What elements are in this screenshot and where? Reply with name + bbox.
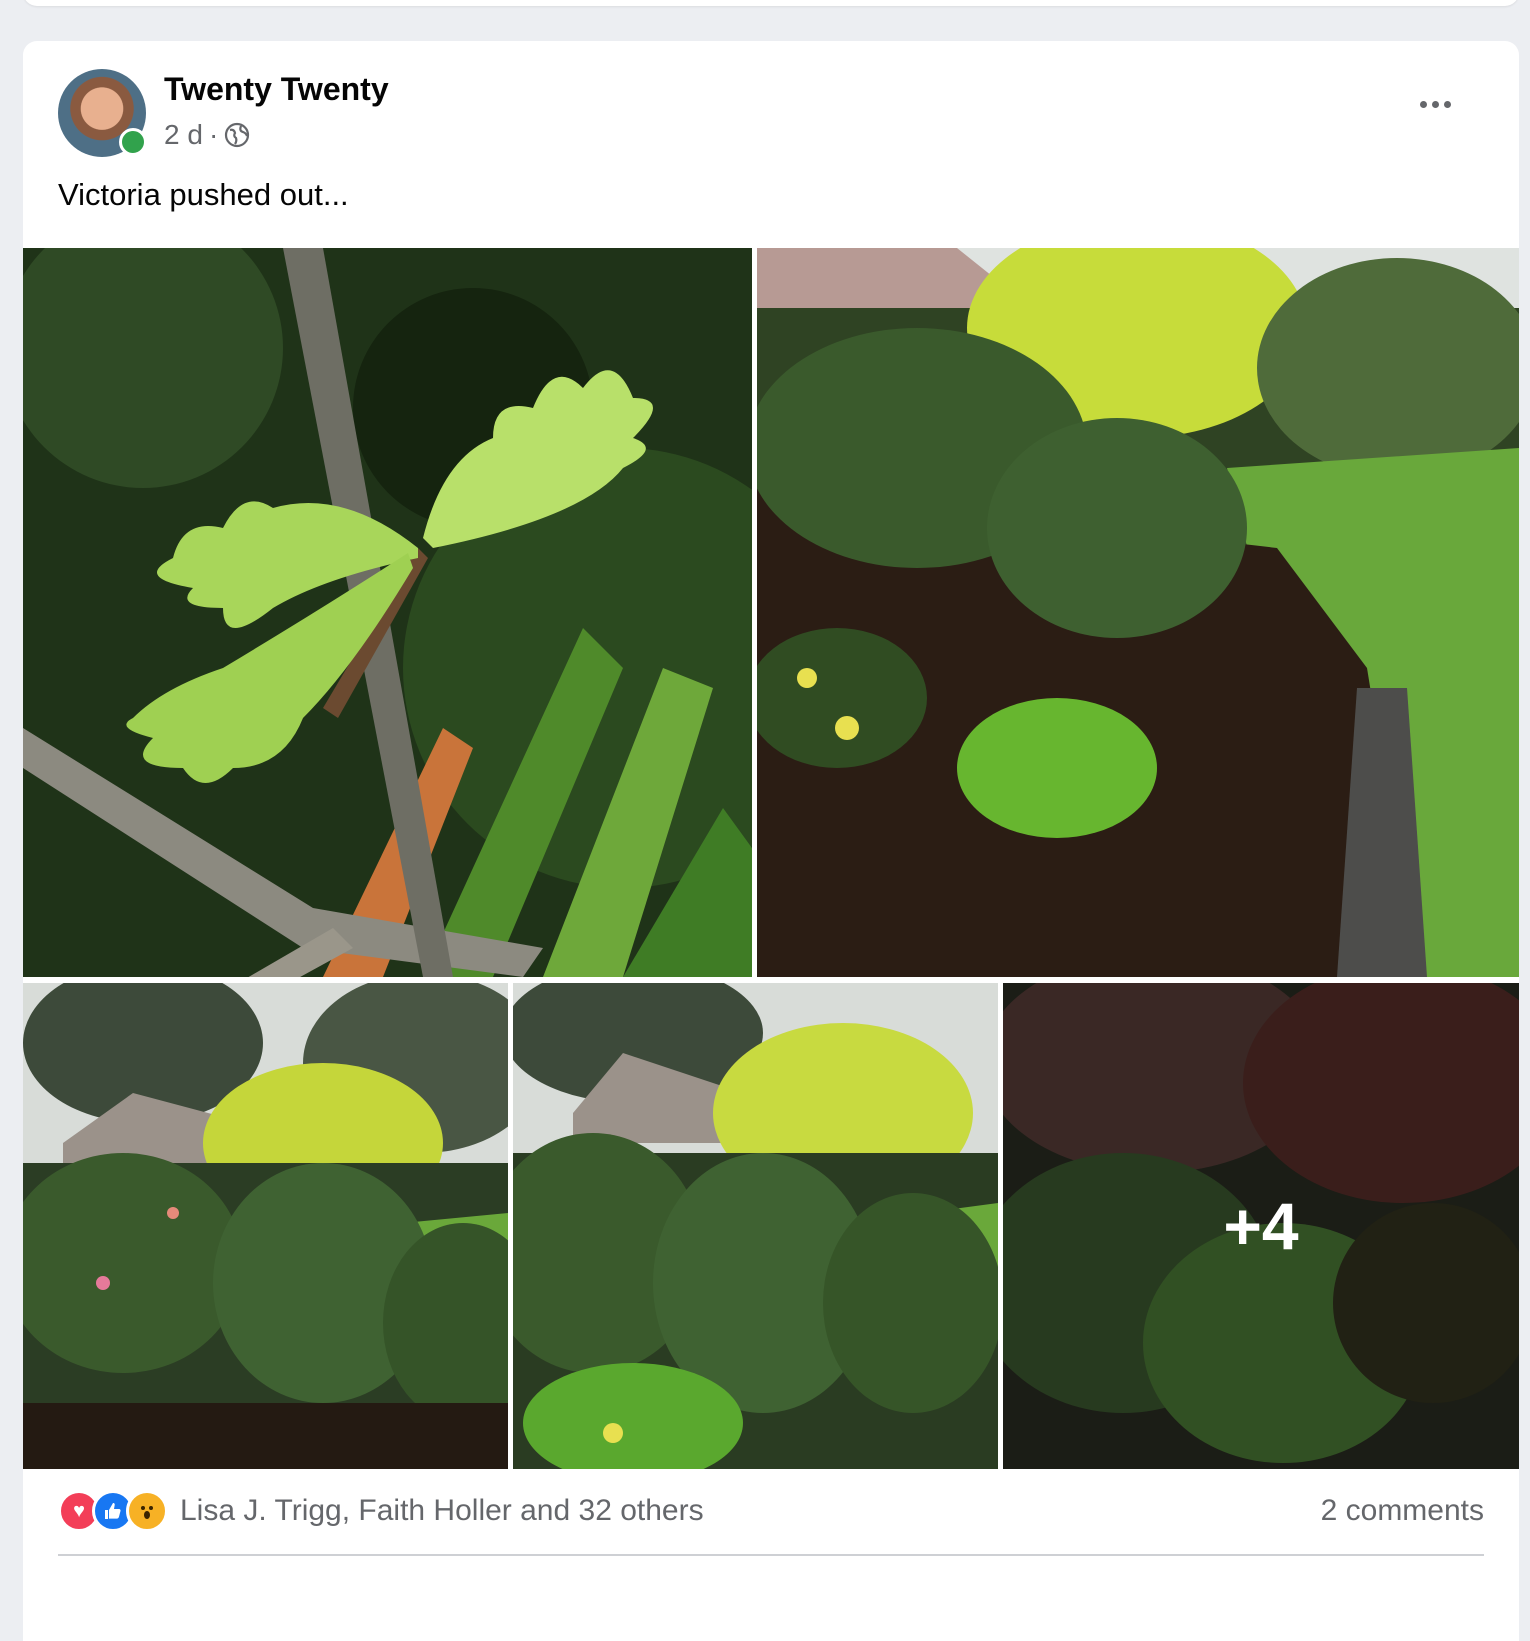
- garden-roses-photo-2: [513, 983, 998, 1469]
- post-photo-1[interactable]: [23, 248, 752, 977]
- post-photo-4[interactable]: [513, 983, 998, 1469]
- actions-divider: [58, 1554, 1484, 1556]
- post-time[interactable]: 2 d: [164, 119, 203, 151]
- meta-separator: ·: [208, 119, 219, 150]
- more-dot-icon: [1443, 100, 1451, 108]
- reaction-icons[interactable]: ♥: [58, 1490, 168, 1532]
- wow-icon: [126, 1490, 168, 1532]
- previous-post-card-edge: [23, 0, 1519, 6]
- post-meta: 2 d ·: [164, 119, 250, 151]
- author-avatar[interactable]: [58, 69, 147, 157]
- post-photo-5[interactable]: +4: [1003, 983, 1519, 1469]
- post-card: Twenty Twenty 2 d · Victoria pushed out.…: [23, 41, 1519, 1641]
- post-photo-3[interactable]: [23, 983, 508, 1469]
- more-photos-overlay[interactable]: +4: [1003, 983, 1519, 1469]
- oak-leaf-photo: [23, 248, 752, 977]
- reaction-summary[interactable]: Lisa J. Trigg, Faith Holler and 32 other…: [180, 1494, 704, 1528]
- more-dot-icon: [1419, 100, 1427, 108]
- more-options-button[interactable]: [1411, 89, 1459, 119]
- post-photo-2[interactable]: [757, 248, 1519, 977]
- reactions-row: ♥ Lisa J. Trigg, Faith Holler and 32 oth…: [58, 1490, 1484, 1532]
- more-dot-icon: [1431, 100, 1439, 108]
- garden-bed-photo: [757, 248, 1519, 977]
- author-name[interactable]: Twenty Twenty: [164, 71, 389, 108]
- globe-icon[interactable]: [224, 122, 250, 148]
- comments-count[interactable]: 2 comments: [1321, 1494, 1484, 1528]
- online-status-dot: [119, 128, 147, 156]
- more-photos-count: +4: [1223, 1189, 1299, 1263]
- post-text: Victoria pushed out...: [58, 177, 349, 212]
- garden-roses-photo-1: [23, 983, 508, 1469]
